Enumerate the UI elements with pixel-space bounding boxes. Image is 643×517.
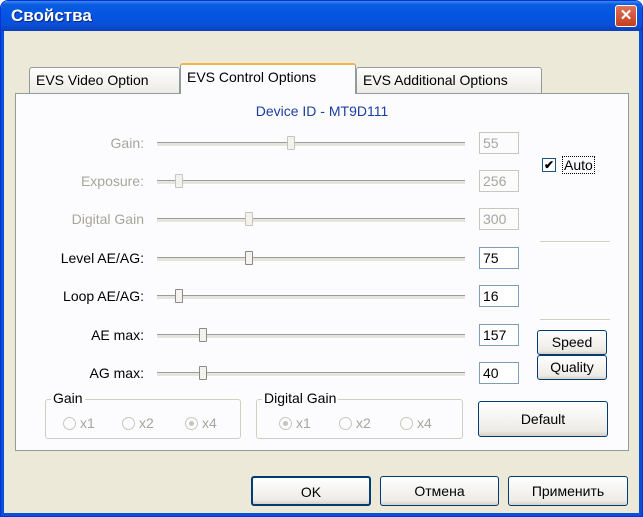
slider-value-input[interactable]: 16 bbox=[479, 285, 519, 307]
speed-button[interactable]: Speed bbox=[537, 330, 607, 355]
tab-evs-video-option[interactable]: EVS Video Option bbox=[29, 67, 180, 93]
slider-thumb[interactable] bbox=[286, 136, 295, 150]
title-bar[interactable]: Свойства ✕ bbox=[1, 1, 642, 31]
digital-gain-group-title: Digital Gain bbox=[262, 390, 339, 406]
gain-group: Gain x1 x2 x4 bbox=[45, 390, 241, 439]
slider-value-input[interactable]: 75 bbox=[479, 247, 519, 269]
slider-track[interactable] bbox=[157, 218, 465, 223]
slider-value-input[interactable]: 157 bbox=[479, 324, 519, 346]
radio-icon bbox=[185, 416, 198, 430]
slider-thumb[interactable] bbox=[199, 328, 208, 342]
gain-x4-radio[interactable]: x4 bbox=[185, 415, 217, 431]
digital-gain-group: Digital Gain x1 x2 x4 bbox=[256, 390, 463, 439]
slider-label: AE max: bbox=[91, 327, 144, 343]
slider-label: Level AE/AG: bbox=[60, 250, 144, 266]
radio-icon bbox=[400, 416, 413, 430]
close-icon: ✕ bbox=[619, 7, 633, 24]
slider-label: Gain: bbox=[110, 135, 144, 151]
radio-icon bbox=[279, 416, 292, 430]
tab-evs-control-options[interactable]: EVS Control Options bbox=[180, 63, 356, 94]
digital-gain-x2-radio[interactable]: x2 bbox=[339, 415, 371, 431]
window-border-bottom bbox=[1, 513, 642, 516]
slider-thumb[interactable] bbox=[174, 289, 183, 303]
slider-track[interactable] bbox=[157, 142, 465, 147]
cancel-button[interactable]: Отмена bbox=[380, 476, 499, 506]
digital-gain-x4-radio[interactable]: x4 bbox=[400, 415, 432, 431]
gain-x1-radio[interactable]: x1 bbox=[63, 415, 95, 431]
slider-value-input[interactable]: 300 bbox=[479, 208, 519, 230]
gain-group-title: Gain bbox=[51, 390, 85, 406]
slider-value-input[interactable]: 40 bbox=[479, 362, 519, 384]
slider-track[interactable] bbox=[157, 257, 465, 262]
window-border-left bbox=[1, 31, 4, 516]
gain-x1-label: x1 bbox=[80, 415, 95, 431]
radio-icon bbox=[63, 416, 76, 430]
gain-x4-label: x4 bbox=[202, 415, 217, 431]
slider-value-input[interactable]: 256 bbox=[479, 170, 519, 192]
slider-label: AG max: bbox=[89, 365, 144, 381]
digital-gain-x1-radio[interactable]: x1 bbox=[279, 415, 311, 431]
slider-thumb[interactable] bbox=[245, 251, 254, 265]
properties-dialog: Свойства ✕ EVS Video Option EVS Control … bbox=[0, 0, 643, 517]
digital-gain-x2-label: x2 bbox=[356, 415, 371, 431]
slider-thumb[interactable] bbox=[199, 366, 208, 380]
radio-icon bbox=[122, 416, 135, 430]
separator-1 bbox=[540, 241, 610, 243]
window-border-right bbox=[639, 31, 642, 516]
gain-x2-radio[interactable]: x2 bbox=[122, 415, 154, 431]
slider-label: Exposure: bbox=[80, 173, 144, 189]
control-options-panel: Device ID - MT9D111 Gain: 55 Exposure: 256 D… bbox=[15, 93, 629, 451]
slider-thumb[interactable] bbox=[245, 212, 254, 226]
apply-button[interactable]: Применить bbox=[508, 476, 628, 506]
slider-track[interactable] bbox=[157, 295, 465, 300]
digital-gain-x4-label: x4 bbox=[417, 415, 432, 431]
gain-x2-label: x2 bbox=[139, 415, 154, 431]
slider-label: Loop AE/AG: bbox=[63, 288, 144, 304]
digital-gain-x1-label: x1 bbox=[296, 415, 311, 431]
slider-track[interactable] bbox=[157, 180, 465, 185]
slider-thumb[interactable] bbox=[174, 174, 183, 188]
slider-value-input[interactable]: 55 bbox=[479, 132, 519, 154]
tab-evs-additional-options[interactable]: EVS Additional Options bbox=[356, 67, 542, 93]
default-button[interactable]: Default bbox=[478, 401, 608, 437]
ok-button[interactable]: OK bbox=[251, 476, 371, 506]
slider-label: Digital Gain bbox=[71, 211, 144, 227]
device-id-label: Device ID - MT9D111 bbox=[255, 103, 389, 119]
window-title: Свойства bbox=[11, 6, 92, 25]
close-button[interactable]: ✕ bbox=[615, 5, 637, 27]
quality-button[interactable]: Quality bbox=[537, 355, 607, 380]
separator-2 bbox=[540, 319, 610, 321]
radio-icon bbox=[339, 416, 352, 430]
auto-label[interactable]: Auto bbox=[562, 156, 595, 174]
check-icon: ✔ bbox=[543, 158, 555, 172]
auto-checkbox[interactable]: ✔ bbox=[542, 158, 556, 172]
